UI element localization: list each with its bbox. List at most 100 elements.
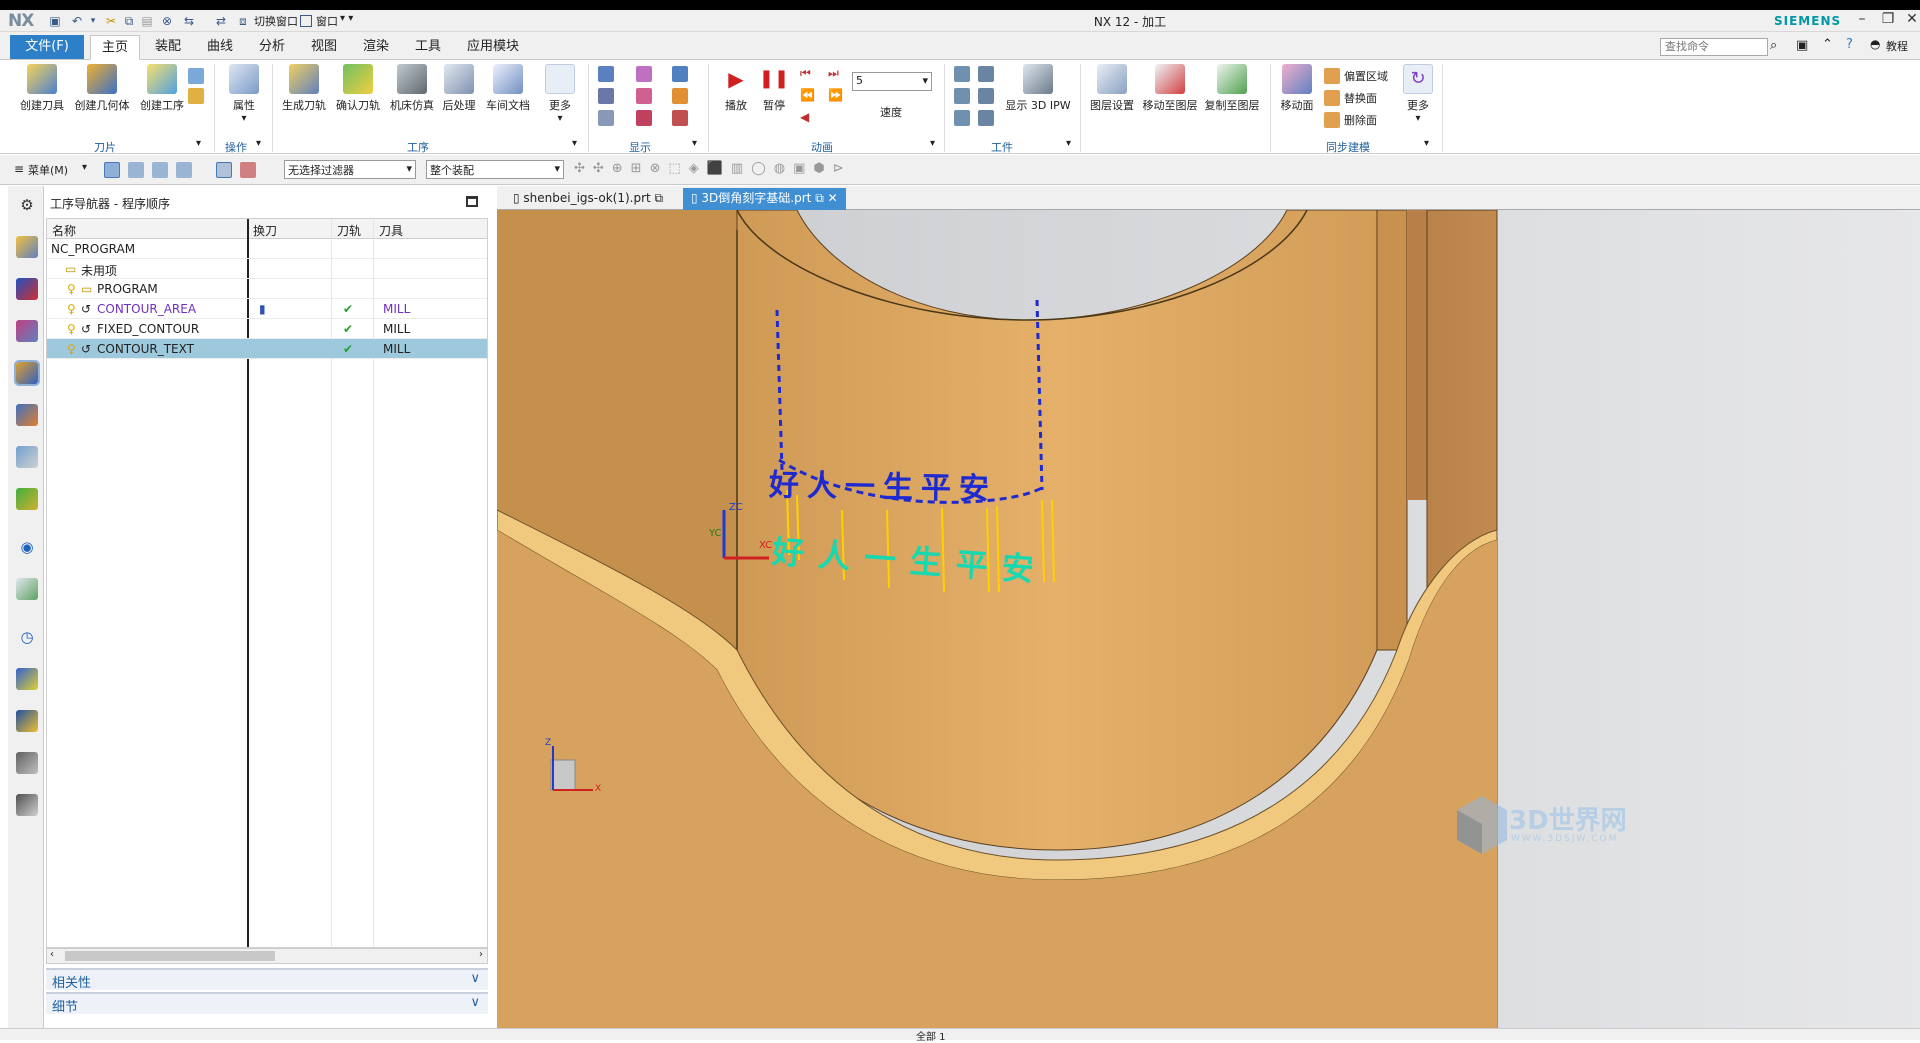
window-layout-icon[interactable]: ▣ — [1796, 38, 1808, 53]
display-measure-icon[interactable] — [672, 110, 688, 126]
scroll-left-icon[interactable]: ‹ — [50, 949, 54, 960]
verify-toolpath-button[interactable]: 确认刀轨 — [330, 64, 386, 113]
chevron-down-icon[interactable]: ▾ — [196, 138, 201, 149]
create-geometry-button[interactable]: 创建几何体 — [70, 64, 134, 113]
machine-navigator-icon[interactable] — [16, 404, 38, 426]
scrollbar-thumb[interactable] — [65, 951, 275, 961]
properties-button[interactable]: 属性 ▾ — [216, 64, 272, 124]
dependencies-panel[interactable]: 相关性 ∨ — [46, 968, 488, 991]
maximize-icon[interactable] — [466, 196, 478, 207]
offset-region-icon[interactable] — [1324, 68, 1340, 84]
rewind-icon[interactable]: ◀ — [800, 110, 809, 124]
chevron-down-icon[interactable]: ▾ ▾ — [340, 13, 353, 24]
window-icon[interactable] — [300, 15, 312, 27]
manufacturing-wizard-icon[interactable] — [16, 710, 38, 732]
tab-assembly[interactable]: 装配 — [144, 35, 192, 60]
chevron-down-icon[interactable]: ▾ — [1424, 138, 1429, 149]
main-menu-button[interactable]: 菜单(M) — [28, 162, 68, 178]
restore-icon[interactable]: ❐ — [1876, 11, 1900, 27]
move-to-layer-button[interactable]: 移动至图层 — [1136, 64, 1204, 113]
process-studio-icon[interactable] — [16, 668, 38, 690]
horizontal-scrollbar[interactable]: ‹ › — [46, 948, 488, 964]
tab-tools[interactable]: 工具 — [404, 35, 452, 60]
display-circle-icon[interactable] — [636, 110, 652, 126]
speed-select[interactable]: 5 — [852, 72, 932, 91]
reuse-library-icon[interactable] — [16, 488, 38, 510]
tab-analysis[interactable]: 分析 — [248, 35, 296, 60]
command-search-input[interactable] — [1660, 38, 1768, 56]
tab-view[interactable]: 视图 — [300, 35, 348, 60]
roles-icon[interactable] — [16, 752, 38, 774]
workpiece-icon[interactable] — [954, 66, 970, 82]
filter-reset-icon[interactable] — [240, 162, 256, 178]
display-lines-icon[interactable] — [598, 110, 614, 126]
workpiece-icon[interactable] — [978, 66, 994, 82]
replace-face-button[interactable]: 替换面 — [1344, 90, 1377, 106]
step-back-icon[interactable]: ⏮ — [800, 66, 811, 81]
close-tab-icon[interactable]: ✕ — [828, 191, 838, 205]
offset-region-button[interactable]: 偏置区域 — [1344, 68, 1388, 84]
postprocess-button[interactable]: 后处理 — [434, 64, 484, 113]
display-curve-icon[interactable] — [636, 88, 652, 104]
tab-home[interactable]: 主页 — [90, 35, 141, 60]
table-row[interactable]: ♀ ↺ FIXED_CONTOUR ✔ MILL — [47, 319, 487, 339]
close-icon[interactable]: ✕ — [1900, 11, 1920, 27]
chevron-down-icon[interactable]: ▾ — [86, 14, 100, 28]
workpiece-icon[interactable] — [978, 88, 994, 104]
snap-point-icons[interactable]: ✣✣⊕⊞⊗⬚◈⬛▥◯◍▣⬢⊳ — [574, 161, 852, 176]
delete-face-icon[interactable] — [1324, 112, 1340, 128]
step-backward-icon[interactable]: ⏪ — [800, 88, 815, 102]
replace-face-icon[interactable] — [1324, 90, 1340, 106]
minimize-icon[interactable]: – — [1850, 11, 1874, 27]
graphics-window[interactable]: 好人一生平安 好人一生平安 ZC XC YC Z X 3D世界网 WWW.3DS… — [497, 210, 1920, 1028]
operation-navigator-icon[interactable] — [14, 360, 40, 386]
column-header-name[interactable]: 名称 — [52, 222, 76, 239]
more-sync-button[interactable]: ↻ 更多 ▾ — [1398, 64, 1438, 124]
file-menu-button[interactable]: 文件(F) — [10, 35, 84, 59]
display-toolpath-icon[interactable] — [598, 66, 614, 82]
machine-simulation-button[interactable]: 机床仿真 — [384, 64, 440, 113]
delete-face-button[interactable]: 删除面 — [1344, 112, 1377, 128]
scroll-right-icon[interactable]: › — [479, 949, 483, 960]
workpiece-icon[interactable] — [954, 88, 970, 104]
tutorial-icon[interactable]: ◓ — [1870, 37, 1880, 51]
more-process-button[interactable]: 更多 ▾ — [536, 64, 584, 124]
table-row-selected[interactable]: ♀ ↺ CONTOUR_TEXT ✔ MILL — [47, 339, 487, 359]
display-tool-icon[interactable] — [672, 66, 688, 82]
chevron-down-icon[interactable]: ▾ — [82, 162, 87, 173]
table-row[interactable]: ♀ ↺ CONTOUR_AREA ▮ ✔ MILL — [47, 299, 487, 319]
tab-render[interactable]: 渲染 — [352, 35, 400, 60]
column-header-tool[interactable]: 刀具 — [379, 222, 403, 239]
tab-applications[interactable]: 应用模块 — [456, 35, 530, 60]
chevron-down-icon[interactable]: ∨ — [470, 971, 480, 986]
create-tool-button[interactable]: 创建刀具 — [10, 64, 74, 113]
settings-icon[interactable]: ⚙ — [16, 194, 38, 216]
table-row[interactable]: ▭ 未用项 — [47, 259, 487, 279]
move-face-button[interactable]: 移动面 — [1272, 64, 1322, 113]
chevron-down-icon[interactable]: ▾ — [1066, 138, 1071, 149]
filter-icon[interactable] — [216, 162, 232, 178]
chevron-down-icon[interactable]: ▾ — [256, 138, 261, 149]
step-forward-icon[interactable]: ⏩ — [828, 88, 843, 102]
web-browser-icon[interactable]: ◉ — [16, 536, 38, 558]
history-icon[interactable] — [16, 578, 38, 600]
layer-settings-button[interactable]: 图层设置 — [1080, 64, 1144, 113]
repeat-command-icon[interactable]: ⇆ — [182, 14, 196, 28]
help-icon[interactable]: ? — [1846, 37, 1853, 52]
tab-document-active[interactable]: ▯ 3D倒角刻字基础.prt ⧉ ✕ — [683, 188, 846, 210]
type-filter-select[interactable]: 无选择过滤器 — [284, 160, 416, 179]
tab-curve[interactable]: 曲线 — [196, 35, 244, 60]
clock-icon[interactable]: ◷ — [16, 626, 38, 648]
chevron-up-icon[interactable]: ⌃ — [1822, 37, 1833, 52]
feature-navigator-icon[interactable] — [16, 446, 38, 468]
machine-view-icon[interactable] — [128, 162, 144, 178]
tab-document[interactable]: ▯ shenbei_igs-ok(1).prt ⧉ — [505, 188, 671, 210]
workpiece-icon[interactable] — [978, 110, 994, 126]
copy-icon[interactable]: ⧉ — [122, 14, 136, 28]
generate-toolpath-button[interactable]: 生成刀轨 — [276, 64, 332, 113]
table-row[interactable]: ♀ ▭ PROGRAM — [47, 279, 487, 299]
save-icon[interactable]: ▣ — [48, 14, 62, 28]
paste-icon[interactable]: ▤ — [140, 14, 154, 28]
search-icon[interactable]: ⌕ — [1770, 38, 1777, 53]
show-3d-ipw-button[interactable]: 显示 3D IPW — [1000, 64, 1076, 113]
